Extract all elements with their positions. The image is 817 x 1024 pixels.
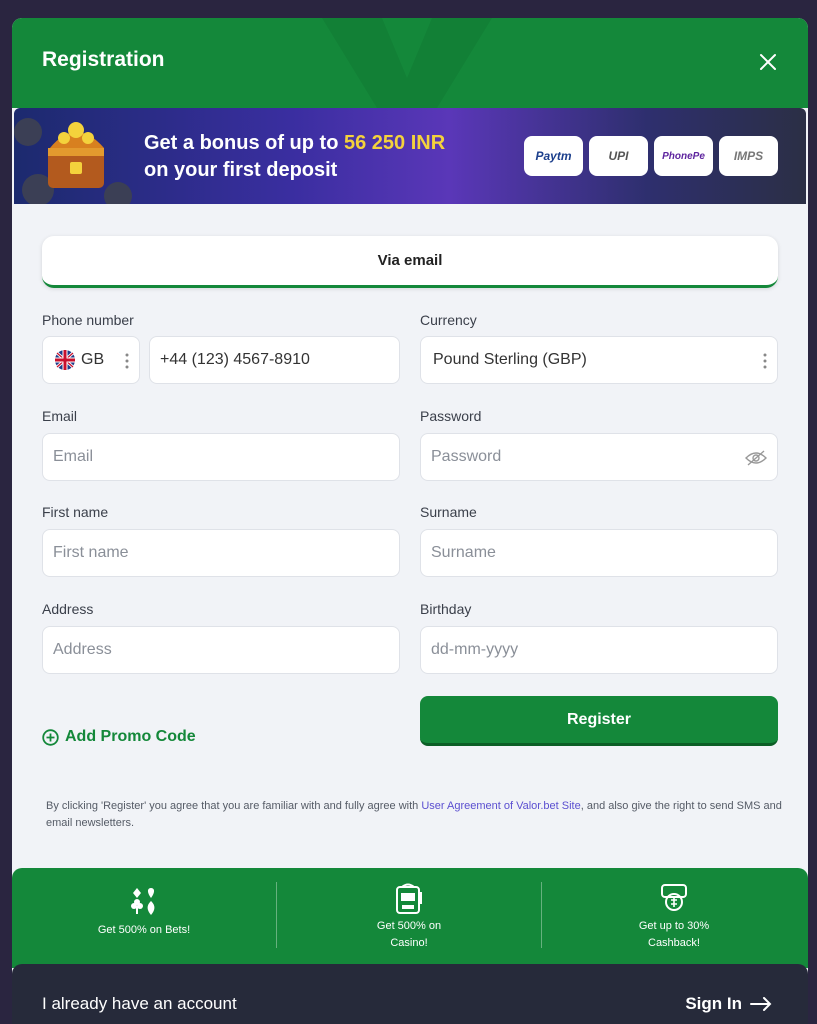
banner-line1: Get a bonus of up to xyxy=(144,132,344,154)
tab-via-email[interactable]: Via email xyxy=(42,236,778,288)
bonus-amount: 56 250 INR xyxy=(343,132,446,154)
phone-label: Phone number xyxy=(42,312,134,328)
more-vertical-icon xyxy=(125,353,129,369)
uk-flag-icon xyxy=(55,350,75,370)
perks-bar: Get 500% on Bets! Get 500% on Casino! Ge… xyxy=(12,868,808,968)
upi-badge: UPI xyxy=(589,136,648,176)
terms-text: By clicking 'Register' you agree that yo… xyxy=(46,798,786,832)
password-placeholder: Password xyxy=(431,448,502,465)
perk-bets-text: Get 500% on Bets! xyxy=(97,924,191,936)
birthday-label: Birthday xyxy=(420,601,472,617)
eye-hidden-icon[interactable] xyxy=(745,450,767,466)
arrow-right-icon xyxy=(750,997,772,1011)
paytm-badge: Paytm xyxy=(524,136,583,176)
birthday-field[interactable]: dd-mm-yyyy xyxy=(420,626,778,674)
promo-label: Add Promo Code xyxy=(65,728,196,745)
currency-value: Pound Sterling (GBP) xyxy=(433,351,587,368)
first-name-field[interactable]: First name xyxy=(42,529,400,577)
address-field[interactable]: Address xyxy=(42,626,400,674)
more-vertical-icon xyxy=(763,353,767,369)
payment-methods: Paytm UPI PhonePe IMPS xyxy=(524,136,778,176)
perk-cashback-text: Get up to 30% Cashback! xyxy=(638,920,710,949)
perk-bets: Get 500% on Bets! xyxy=(12,882,276,939)
cashback-icon xyxy=(661,884,687,911)
perk-cashback: Get up to 30% Cashback! xyxy=(542,882,806,952)
footer: I already have an account Sign In xyxy=(12,964,808,1024)
user-agreement-link[interactable]: User Agreement of Valor.bet Site xyxy=(421,800,580,812)
phonepe-badge: PhonePe xyxy=(654,136,713,176)
imps-badge: IMPS xyxy=(719,136,778,176)
registration-modal: Registration Get a bonus of up to 56 250… xyxy=(12,18,808,1024)
country-code: GB xyxy=(81,351,105,368)
banner-text: Get a bonus of up to 56 250 INR on your … xyxy=(144,130,445,184)
plus-circle-icon xyxy=(42,728,59,746)
treasure-chest-icon xyxy=(14,118,132,204)
add-promo-code-button[interactable]: Add Promo Code xyxy=(42,728,196,746)
have-account-text: I already have an account xyxy=(42,994,237,1013)
perk-casino-text: Get 500% on Casino! xyxy=(376,920,442,949)
currency-label: Currency xyxy=(420,312,477,328)
modal-header: Registration xyxy=(12,18,808,108)
first-name-label: First name xyxy=(42,504,109,520)
register-button[interactable]: Register xyxy=(420,696,778,746)
logo-watermark-icon xyxy=(322,18,492,108)
close-icon[interactable] xyxy=(756,50,780,74)
email-label: Email xyxy=(42,408,78,424)
address-label: Address xyxy=(42,601,94,617)
slot-machine-icon xyxy=(396,883,422,914)
surname-field[interactable]: Surname xyxy=(420,529,778,577)
password-field[interactable]: Password xyxy=(420,433,778,481)
bonus-banner: Get a bonus of up to 56 250 INR on your … xyxy=(14,108,806,204)
country-select[interactable]: GB xyxy=(42,336,140,384)
password-label: Password xyxy=(420,408,482,424)
terms-before: By clicking 'Register' you agree that yo… xyxy=(46,800,422,812)
sign-in-link[interactable]: Sign In xyxy=(685,994,772,1014)
banner-line2: on your first deposit xyxy=(144,159,338,181)
modal-title: Registration xyxy=(42,48,165,71)
cards-icon xyxy=(131,888,155,915)
currency-select[interactable]: Pound Sterling (GBP) xyxy=(420,336,778,384)
email-field[interactable]: Email xyxy=(42,433,400,481)
phone-input[interactable]: +44 (123) 4567-8910 xyxy=(149,336,400,384)
sign-in-label: Sign In xyxy=(685,994,742,1013)
perk-casino: Get 500% on Casino! xyxy=(277,882,541,952)
surname-label: Surname xyxy=(420,504,477,520)
